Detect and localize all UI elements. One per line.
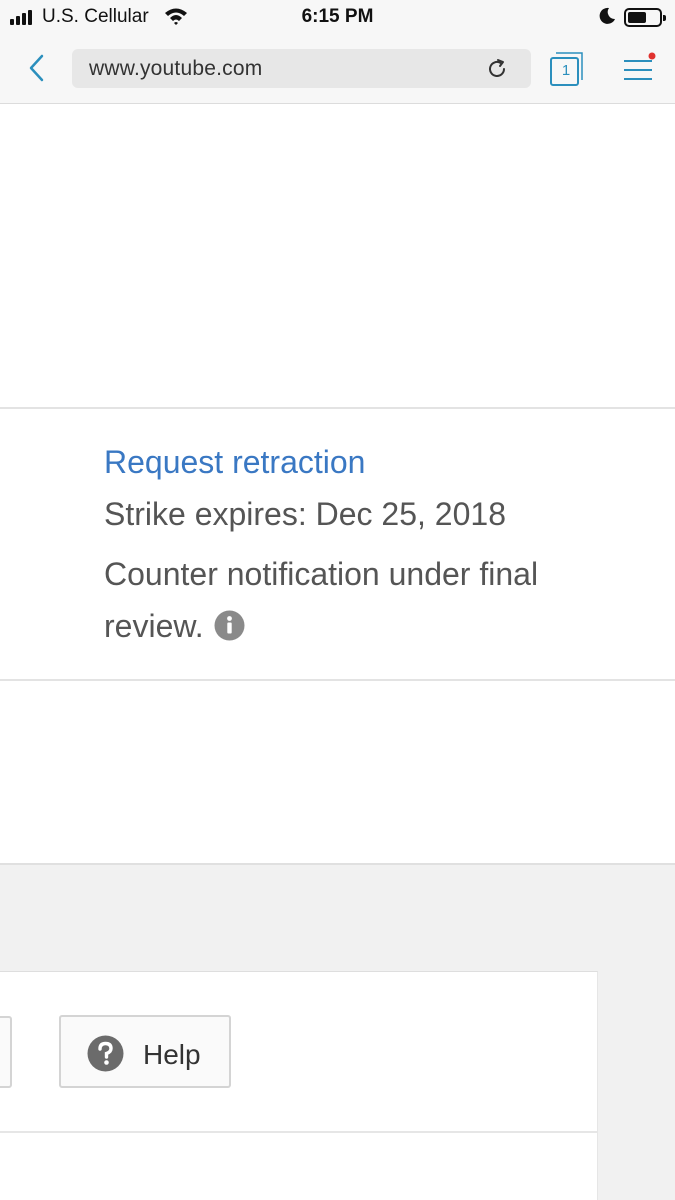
battery-icon (624, 8, 666, 27)
help-button-label: Help (143, 1039, 201, 1070)
question-circle-icon (87, 1035, 124, 1072)
counter-notification-text: Counter notification under final review. (104, 556, 539, 644)
info-icon[interactable] (214, 610, 245, 641)
help-button[interactable]: Help (59, 1015, 231, 1088)
card-bottom-edge (0, 863, 675, 865)
back-chevron-icon[interactable] (22, 50, 52, 86)
status-time: 6:15 PM (301, 6, 374, 27)
menu-notification-dot (648, 52, 656, 60)
footer-card: Help (0, 971, 598, 1200)
counter-notification-status: Counter notification under final review. (104, 548, 644, 652)
section-divider (0, 407, 675, 409)
browser-toolbar: www.youtube.com 1 (0, 36, 675, 104)
reload-icon[interactable] (485, 57, 509, 81)
request-retraction-link[interactable]: Request retraction (104, 444, 365, 481)
tab-count[interactable]: 1 (553, 58, 579, 84)
page-content: Request retraction Strike expires: Dec 2… (0, 105, 675, 1200)
status-bar: U.S. Cellular 6:15 PM (0, 0, 675, 36)
section-divider (0, 679, 675, 681)
footer-left-button[interactable] (0, 1016, 12, 1088)
url-text[interactable]: www.youtube.com (89, 57, 262, 81)
address-bar[interactable]: www.youtube.com (72, 49, 531, 88)
card-divider (0, 1131, 598, 1133)
do-not-disturb-moon-icon (599, 7, 615, 24)
strike-expiry-text: Strike expires: Dec 25, 2018 (104, 496, 506, 532)
hamburger-menu-icon[interactable] (622, 52, 656, 84)
